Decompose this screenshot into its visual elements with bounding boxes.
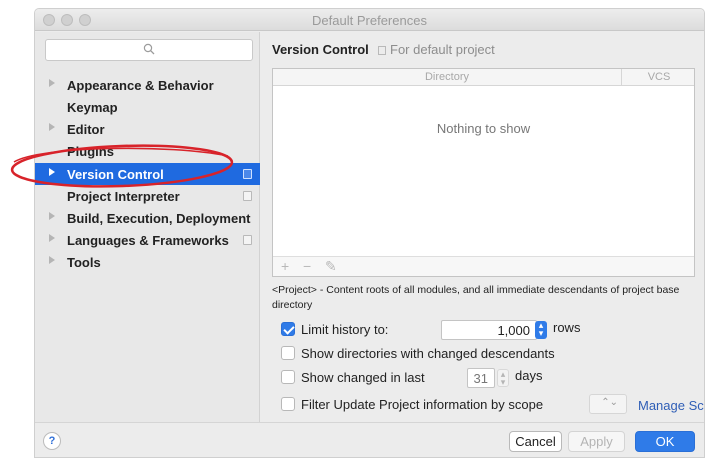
sidebar-item-label: Version Control (67, 167, 164, 182)
page-subtitle-text: For default project (390, 42, 495, 57)
show-changed-label: Show changed in last (301, 370, 425, 385)
filter-update-label: Filter Update Project information by sco… (301, 397, 544, 412)
sidebar-item-label: Appearance & Behavior (67, 78, 214, 93)
sidebar-item-tools[interactable]: Tools (35, 251, 260, 273)
show-directories-label: Show directories with changed descendant… (301, 346, 555, 361)
rows-label: rows (553, 320, 581, 335)
vcs-mappings-table[interactable]: Directory VCS Nothing to show + − ✎ (272, 68, 695, 277)
help-button[interactable]: ? (43, 432, 61, 450)
limit-history-checkbox[interactable] (281, 322, 295, 336)
changed-days-input[interactable]: 31 (467, 368, 495, 388)
expand-arrow-icon[interactable] (49, 234, 55, 242)
sidebar-item-project-interpreter[interactable]: Project Interpreter (35, 185, 260, 207)
column-header-vcs[interactable]: VCS (621, 69, 696, 86)
expand-arrow-icon[interactable] (49, 212, 55, 220)
remove-mapping-button[interactable]: − (303, 258, 311, 274)
empty-state-text: Nothing to show (436, 121, 531, 136)
sidebar-item-label: Build, Execution, Deployment (67, 211, 251, 226)
sidebar-item-label: Languages & Frameworks (67, 233, 229, 248)
project-scope-icon (378, 46, 386, 55)
manage-scopes-link[interactable]: Manage Scopes (638, 398, 704, 413)
ok-button[interactable]: OK (635, 431, 695, 452)
sidebar-item-label: Project Interpreter (67, 189, 180, 204)
sidebar-item-label: Tools (67, 255, 101, 270)
project-scope-icon (243, 191, 252, 201)
sidebar-item-appearance-behavior[interactable]: Appearance & Behavior (35, 74, 260, 96)
page-subtitle: For default project (378, 42, 495, 57)
filter-update-checkbox[interactable] (281, 397, 295, 411)
table-toolbar: + − ✎ (273, 256, 694, 276)
settings-sidebar: Appearance & Behavior Keymap Editor Plug… (35, 32, 260, 422)
project-scope-icon (243, 169, 252, 179)
sidebar-item-plugins[interactable]: Plugins (35, 140, 260, 162)
expand-arrow-icon[interactable] (49, 79, 55, 87)
search-input[interactable] (45, 39, 253, 61)
preferences-window: Default Preferences Appearance & Behavio… (34, 8, 705, 458)
sidebar-item-version-control[interactable]: Version Control (35, 163, 260, 185)
add-mapping-button[interactable]: + (281, 258, 289, 274)
limit-history-label: Limit history to: (301, 322, 389, 337)
table-header: Directory VCS (273, 69, 694, 86)
changed-days-stepper[interactable]: ▴ ▾ (497, 369, 509, 387)
expand-arrow-icon[interactable] (49, 168, 55, 176)
settings-content: Version Control For default project Dire… (261, 32, 704, 422)
sidebar-item-label: Plugins (67, 144, 114, 159)
sidebar-item-label: Keymap (67, 100, 118, 115)
expand-arrow-icon[interactable] (49, 123, 55, 131)
edit-mapping-button[interactable]: ✎ (325, 258, 337, 275)
scope-select[interactable]: ⌃⌄ (589, 394, 627, 414)
history-limit-input[interactable]: 1,000 (441, 320, 537, 340)
window-title: Default Preferences (312, 13, 427, 28)
show-changed-checkbox[interactable] (281, 370, 295, 384)
project-scope-icon (243, 235, 252, 245)
column-header-directory[interactable]: Directory (273, 71, 621, 83)
show-directories-checkbox[interactable] (281, 346, 295, 360)
history-limit-stepper[interactable]: ▴ ▾ (535, 321, 547, 339)
apply-button[interactable]: Apply (568, 431, 625, 452)
dialog-footer: ? Cancel Apply OK (35, 422, 704, 457)
expand-arrow-icon[interactable] (49, 256, 55, 264)
days-label: days (515, 368, 543, 383)
sidebar-item-keymap[interactable]: Keymap (35, 96, 260, 118)
roots-description: <Project> - Content roots of all modules… (272, 284, 680, 311)
sidebar-item-label: Editor (67, 122, 105, 137)
cancel-button[interactable]: Cancel (509, 431, 562, 452)
sidebar-item-editor[interactable]: Editor (35, 118, 260, 140)
page-title: Version Control (272, 42, 369, 57)
search-icon (143, 43, 155, 55)
title-bar: Default Preferences (35, 9, 704, 31)
sidebar-item-build-execution-deployment[interactable]: Build, Execution, Deployment (35, 207, 260, 229)
sidebar-item-languages-frameworks[interactable]: Languages & Frameworks (35, 229, 260, 251)
